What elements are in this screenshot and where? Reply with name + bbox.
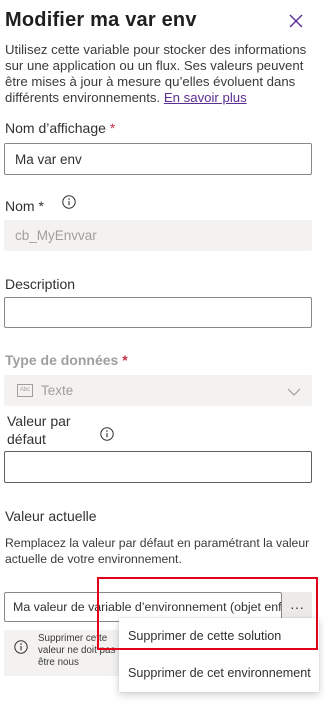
close-icon[interactable] [287, 12, 305, 30]
description-field[interactable] [4, 297, 312, 328]
display-name-field[interactable]: Ma var env [4, 143, 312, 175]
default-value-field[interactable] [4, 451, 312, 483]
data-type-label: Type de données * [5, 352, 128, 368]
current-value-heading: Valeur actuelle [5, 508, 97, 524]
menu-item-remove-from-environment[interactable]: Supprimer de cet environnement [128, 666, 311, 680]
required-mark: * [122, 352, 128, 368]
info-icon[interactable] [62, 195, 76, 214]
chevron-down-icon [287, 385, 301, 400]
required-mark: * [109, 120, 116, 136]
info-icon[interactable] [100, 427, 114, 446]
text-type-icon: Abc [17, 384, 33, 397]
current-value-help: Remplacez la valeur par défaut en paramé… [5, 536, 310, 566]
name-label: Nom * [5, 198, 44, 214]
description-text: Utilisez cette variable pour stocker des… [5, 42, 307, 105]
display-name-label: Nom d’affichage * [5, 120, 116, 136]
default-value-label: Valeur par défaut [7, 413, 71, 447]
panel-description: Utilisez cette variable pour stocker des… [5, 42, 310, 106]
data-type-select: Abc Texte [4, 375, 312, 406]
info-icon [14, 640, 28, 659]
required-mark: * [38, 198, 44, 214]
name-field: cb_MyEnvvar [4, 220, 312, 251]
learn-more-link[interactable]: En savoir plus [164, 90, 247, 105]
page-title: Modifier ma var env [5, 9, 197, 31]
description-label: Description [5, 276, 76, 292]
highlight-box [97, 577, 318, 650]
